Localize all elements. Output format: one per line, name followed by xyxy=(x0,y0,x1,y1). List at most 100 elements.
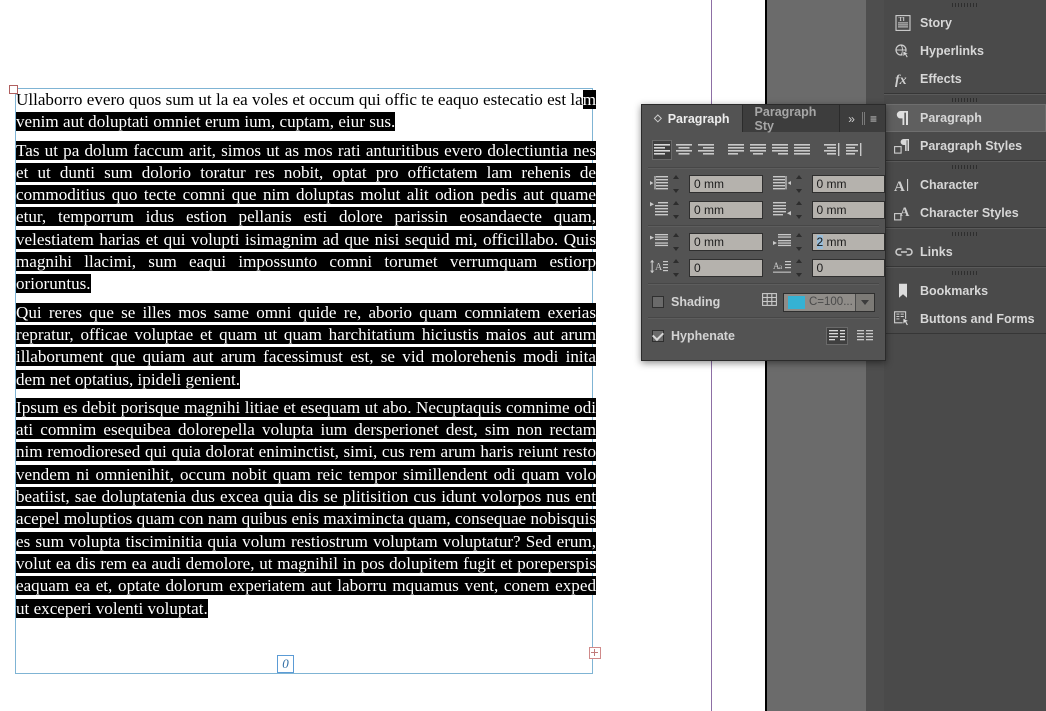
space-before-field[interactable]: 0 mm xyxy=(650,233,763,251)
justify-last-right-button[interactable] xyxy=(770,140,790,160)
align-right-button[interactable] xyxy=(696,140,716,160)
dock-group: Paragraph Paragraph Styles xyxy=(884,94,1046,161)
tab-label: Paragraph xyxy=(668,112,730,126)
selected-text-run: Ipsum es debit porisque magnihi litiae e… xyxy=(16,398,596,618)
drop-cap-lines-stepper[interactable] xyxy=(673,259,686,277)
panel-tab-controls[interactable]: » ≡ xyxy=(840,105,885,132)
chevron-down-icon[interactable] xyxy=(855,294,874,311)
dock-group: TStoryHyperlinksfxEffects xyxy=(884,0,1046,94)
right-indent-input[interactable]: 0 mm xyxy=(812,175,886,193)
panel-collapse-arrows-icon[interactable]: ◇ xyxy=(654,113,662,124)
indent-row-1[interactable]: 0 mm 0 mm xyxy=(642,171,885,197)
shading-color-dropdown[interactable]: C=100... xyxy=(783,293,875,312)
dock-group-grip[interactable] xyxy=(884,162,1046,171)
svg-text:A: A xyxy=(655,262,663,273)
left-indent-stepper[interactable] xyxy=(673,175,686,193)
last-line-right-indent-field[interactable]: 0 mm xyxy=(773,201,886,219)
last-line-indent-stepper[interactable] xyxy=(796,201,809,219)
paragraph-1[interactable]: Ullaborro evero quos sum ut la ea voles … xyxy=(16,89,596,134)
spacing-row-1[interactable]: 0 mm 2 mm xyxy=(642,229,885,255)
left-indent-input[interactable]: 0 mm xyxy=(689,175,763,193)
text-run: est la xyxy=(547,90,583,109)
dock-group-grip[interactable] xyxy=(884,0,1046,9)
paragraph-panel[interactable]: ◇ Paragraph Paragraph Sty » ≡ xyxy=(641,104,886,361)
first-line-left-indent-input[interactable]: 0 mm xyxy=(689,201,763,219)
text-frame-overset-out-port[interactable] xyxy=(589,647,601,659)
dock-item-paragraph[interactable]: Paragraph xyxy=(884,104,1046,132)
first-line-indent-stepper[interactable] xyxy=(673,201,686,219)
right-indent-field[interactable]: 0 mm xyxy=(773,175,886,193)
hyphenate-label: Hyphenate xyxy=(671,329,735,343)
document-text[interactable]: Ullaborro evero quos sum ut la ea voles … xyxy=(16,89,596,620)
dock-item-story[interactable]: TStory xyxy=(884,9,1046,37)
dock-item-label: Character xyxy=(920,178,978,192)
drop-cap-lines-field[interactable]: A 0 xyxy=(650,259,763,277)
right-indent-stepper[interactable] xyxy=(796,175,809,193)
drop-cap-characters-field[interactable]: A a 0 xyxy=(773,259,886,277)
paragraph-2[interactable]: Tas ut pa dolum faccum arit, simos ut as… xyxy=(16,140,596,296)
hyphenate-row[interactable]: Hyphenate xyxy=(642,321,885,351)
dock-group: ACharacter A Character Styles xyxy=(884,161,1046,228)
overflow-chevrons-icon[interactable]: » xyxy=(848,112,855,126)
space-before-input[interactable]: 0 mm xyxy=(689,233,763,251)
indent-row-2[interactable]: 0 mm 0 mm xyxy=(642,197,885,223)
justify-last-center-button[interactable] xyxy=(748,140,768,160)
shading-row[interactable]: Shading C=100... xyxy=(642,289,885,315)
dock-item-paragraph-styles[interactable]: Paragraph Styles xyxy=(884,132,1046,160)
drop-cap-characters-input[interactable]: 0 xyxy=(812,259,886,277)
panel-divider xyxy=(648,317,879,319)
space-after-field[interactable]: 2 mm xyxy=(773,233,886,251)
space-after-stepper[interactable] xyxy=(796,233,809,251)
paragraph-styles-icon xyxy=(894,135,920,157)
panel-menu-icon[interactable]: ≡ xyxy=(870,112,877,126)
drop-cap-row[interactable]: A 0 A a xyxy=(642,255,885,281)
swatch-grid-icon[interactable] xyxy=(762,293,777,311)
space-after-input[interactable]: 2 mm xyxy=(812,233,886,251)
space-before-stepper[interactable] xyxy=(673,233,686,251)
dock-item-effects[interactable]: fxEffects xyxy=(884,65,1046,93)
composer-buttons[interactable] xyxy=(820,327,885,345)
dock-item-links[interactable]: Links xyxy=(884,238,1046,266)
svg-text:T: T xyxy=(899,17,903,23)
align-away-from-spine-button[interactable] xyxy=(844,140,864,160)
panel-tab-bar[interactable]: ◇ Paragraph Paragraph Sty » ≡ xyxy=(642,105,885,132)
paragraph-composer-button[interactable] xyxy=(826,327,848,345)
align-center-button[interactable] xyxy=(674,140,694,160)
paragraph-4[interactable]: Ipsum es debit porisque magnihi litiae e… xyxy=(16,397,596,620)
indent-left-icon xyxy=(650,176,670,192)
dock-item-character[interactable]: ACharacter xyxy=(884,171,1046,199)
svg-text:A: A xyxy=(900,205,910,219)
align-toward-spine-button[interactable] xyxy=(822,140,842,160)
tab-paragraph[interactable]: ◇ Paragraph xyxy=(642,105,743,132)
dock-item-label: Paragraph xyxy=(920,111,982,125)
dock-group-grip[interactable] xyxy=(884,268,1046,277)
dock-item-label: Links xyxy=(920,245,953,259)
shading-swatch-controls[interactable]: C=100... xyxy=(762,293,885,312)
shading-checkbox[interactable] xyxy=(652,296,664,308)
character-styles-icon: A xyxy=(894,202,920,224)
panel-dock[interactable]: TStoryHyperlinksfxEffectsParagraphParagr… xyxy=(884,0,1046,711)
paragraph-3[interactable]: Qui reres que se illes mos same omni qui… xyxy=(16,302,596,391)
dock-item-bookmarks[interactable]: Bookmarks xyxy=(884,277,1046,305)
justify-last-left-button[interactable] xyxy=(726,140,746,160)
dock-group: BookmarksButtons and Forms xyxy=(884,267,1046,334)
space-after-icon xyxy=(773,234,793,250)
dock-item-buttons-and-forms[interactable]: Buttons and Forms xyxy=(884,305,1046,333)
last-line-right-indent-input[interactable]: 0 mm xyxy=(812,201,886,219)
dock-item-hyperlinks[interactable]: Hyperlinks xyxy=(884,37,1046,65)
shading-label: Shading xyxy=(671,295,720,309)
justify-all-button[interactable] xyxy=(792,140,812,160)
single-line-composer-button[interactable] xyxy=(854,327,876,345)
hyphenate-checkbox[interactable] xyxy=(652,330,664,342)
drop-cap-characters-stepper[interactable] xyxy=(796,259,809,277)
dock-item-label: Character Styles xyxy=(920,206,1019,220)
left-indent-field[interactable]: 0 mm xyxy=(650,175,763,193)
drop-cap-lines-input[interactable]: 0 xyxy=(689,259,763,277)
first-line-left-indent-field[interactable]: 0 mm xyxy=(650,201,763,219)
dock-group-grip[interactable] xyxy=(884,229,1046,238)
align-left-button[interactable] xyxy=(652,140,672,160)
alignment-button-row[interactable] xyxy=(642,132,885,165)
tab-paragraph-styles[interactable]: Paragraph Sty xyxy=(743,105,841,132)
dock-group-grip[interactable] xyxy=(884,95,1046,104)
dock-item-character-styles[interactable]: A Character Styles xyxy=(884,199,1046,227)
